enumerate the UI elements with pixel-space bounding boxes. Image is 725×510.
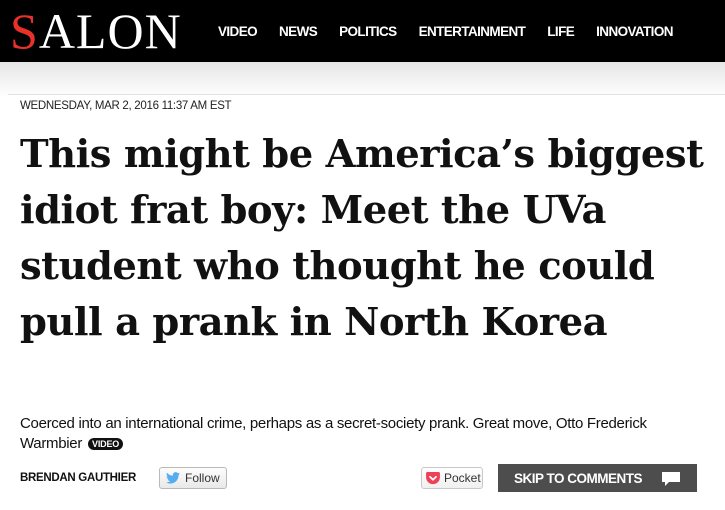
salon-logo[interactable]: SALON (10, 6, 182, 56)
nav-item-video[interactable]: VIDEO (218, 24, 258, 39)
header-shadow (0, 62, 725, 98)
twitter-follow-button[interactable]: Follow (159, 467, 227, 489)
twitter-bird-icon (166, 472, 180, 484)
article-dek: Coerced into an international crime, per… (20, 414, 710, 454)
nav-item-life[interactable]: LIFE (547, 24, 574, 39)
logo-rest: ALON (38, 3, 182, 59)
byline-row: BRENDAN GAUTHIER Follow Pocket SKIP TO C… (0, 464, 725, 492)
skip-label: SKIP TO COMMENTS (514, 470, 643, 486)
nav-item-entertainment[interactable]: ENTERTAINMENT (419, 24, 526, 39)
follow-label: Follow (185, 471, 220, 485)
pocket-icon (426, 471, 440, 484)
site-header: SALON VIDEO NEWS POLITICS ENTERTAINMENT … (0, 0, 725, 62)
nav-item-innovation[interactable]: INNOVATION (596, 24, 673, 39)
skip-to-comments-button[interactable]: SKIP TO COMMENTS (498, 464, 697, 492)
author-name[interactable]: BRENDAN GAUTHIER (20, 472, 136, 484)
main-nav: VIDEO NEWS POLITICS ENTERTAINMENT LIFE I… (218, 0, 673, 62)
pocket-label: Pocket (444, 471, 481, 485)
article-dateline: WEDNESDAY, MAR 2, 2016 11:37 AM EST (20, 100, 232, 112)
comment-bubble-icon (662, 472, 680, 486)
nav-item-news[interactable]: NEWS (279, 24, 318, 39)
logo-initial: S (10, 3, 39, 59)
pocket-button[interactable]: Pocket (421, 467, 483, 489)
article-headline: This might be America’s biggest idiot fr… (20, 132, 704, 345)
nav-item-politics[interactable]: POLITICS (339, 24, 397, 39)
video-badge[interactable]: VIDEO (88, 438, 124, 451)
